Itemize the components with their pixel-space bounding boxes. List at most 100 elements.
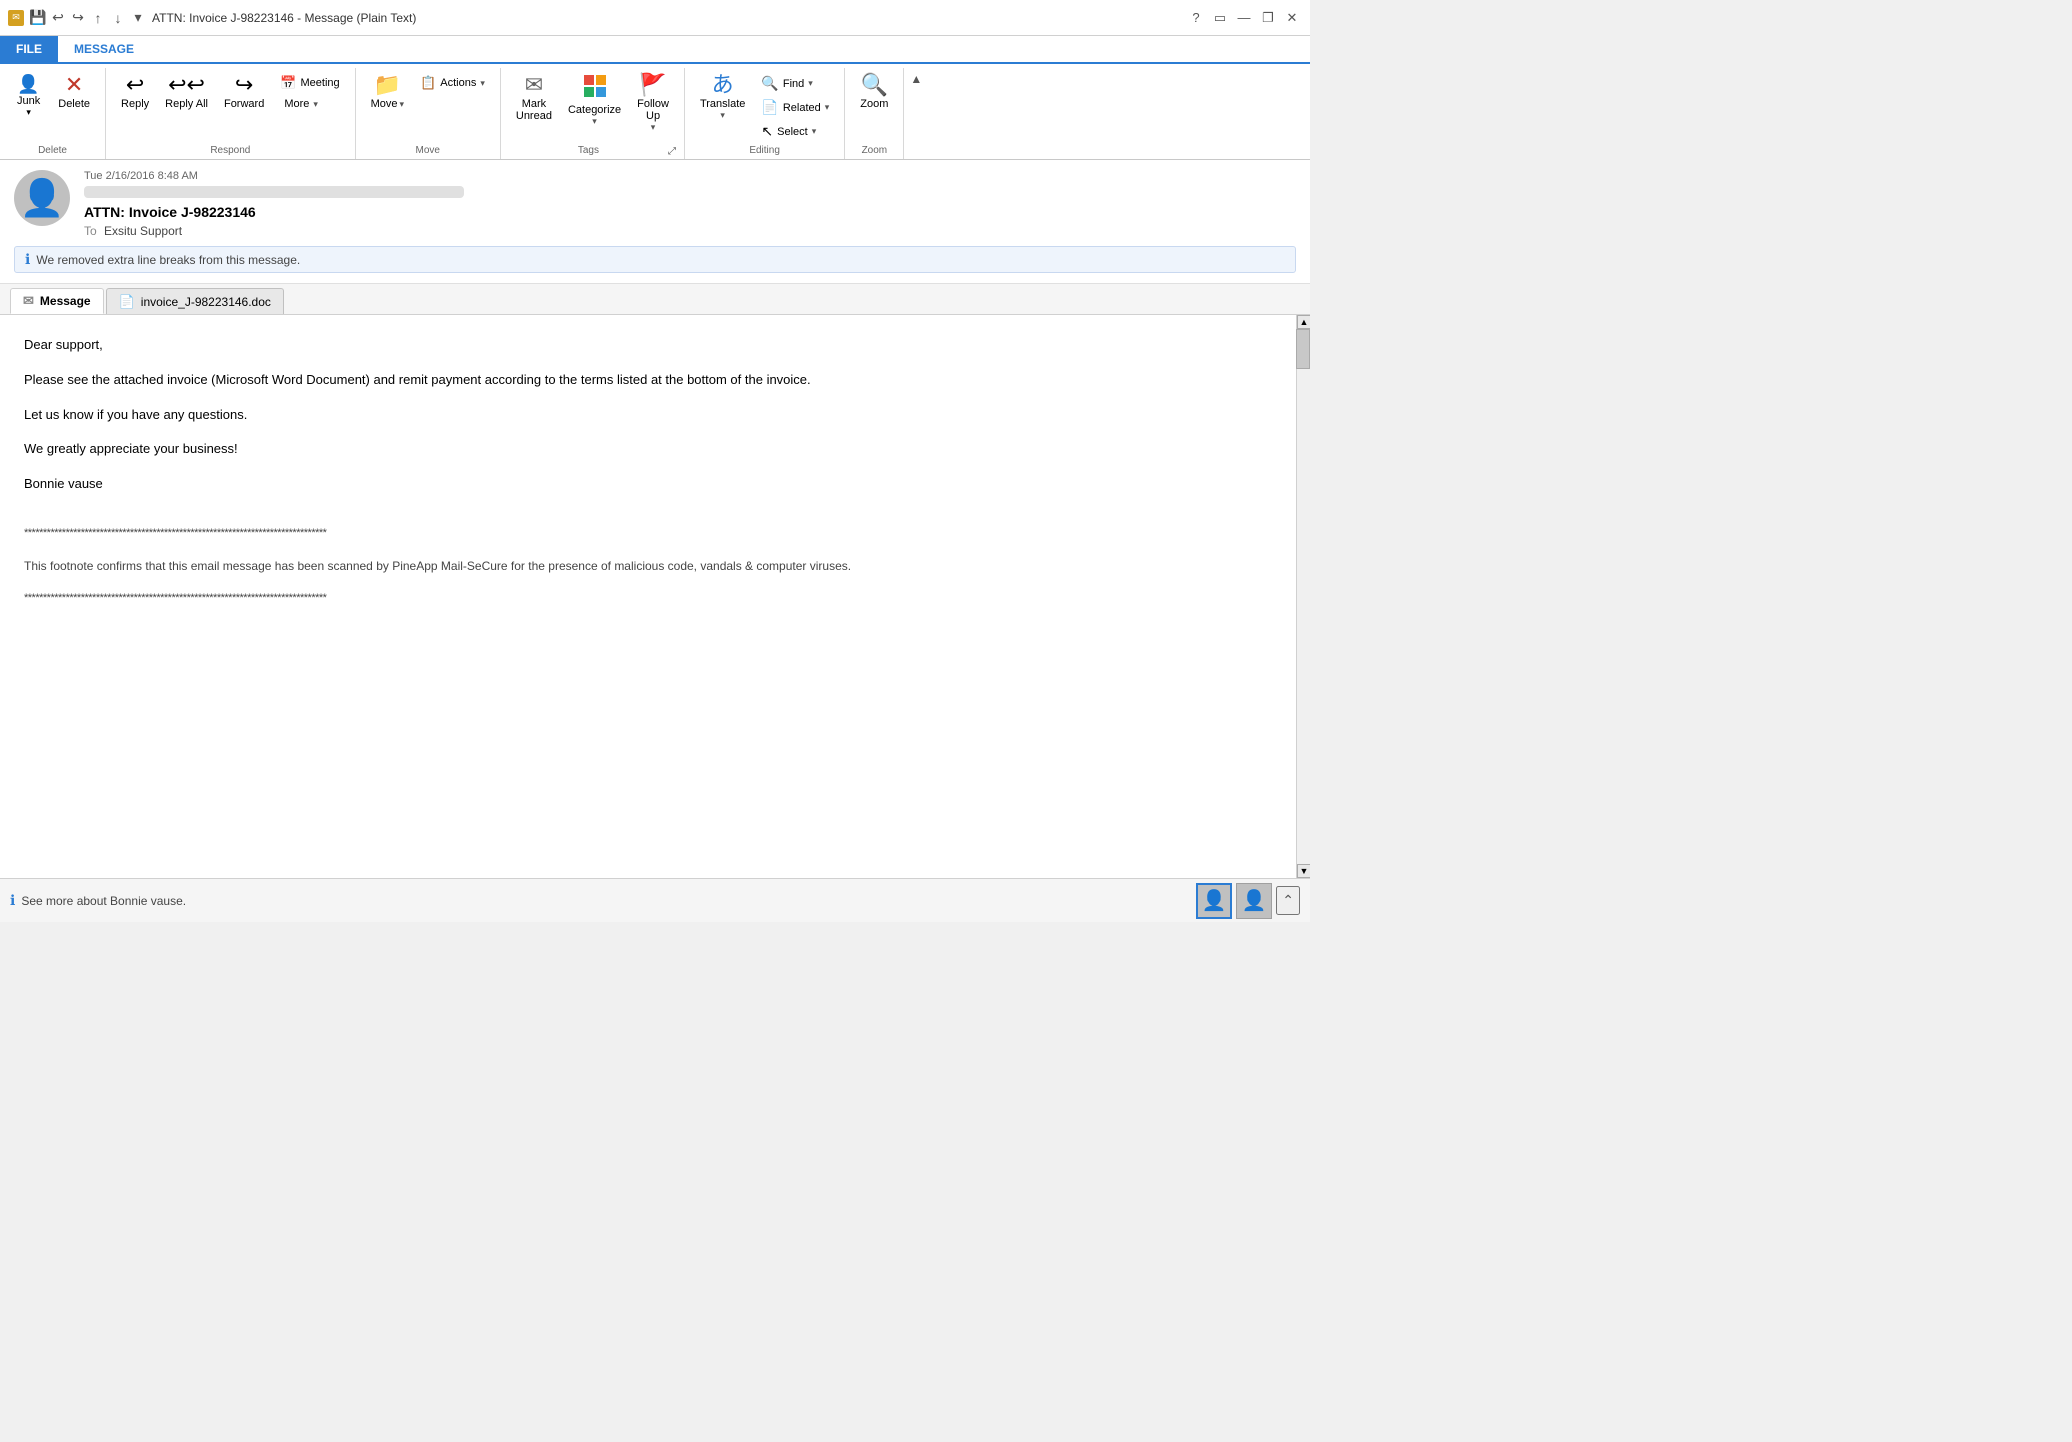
editing-small-buttons: 🔍 Find ▾ 📄 Related ▾ ↖ Select ▾ [754, 70, 836, 143]
bottom-info-icon: ℹ [10, 892, 15, 909]
person-icon-2: 👤 [1242, 888, 1267, 913]
close-button[interactable]: ✕ [1282, 9, 1302, 27]
actions-label: Actions [440, 77, 476, 89]
related-label: Related [783, 102, 821, 114]
delete-button[interactable]: ✕ Delete [51, 70, 97, 114]
find-button[interactable]: 🔍 Find ▾ [754, 72, 836, 95]
scrollbar-track[interactable] [1297, 329, 1310, 864]
info-bar: ℹ We removed extra line breaks from this… [14, 246, 1296, 273]
mark-unread-label: MarkUnread [516, 98, 552, 122]
mark-unread-icon: ✉ [525, 74, 543, 96]
avatar-person-icon: 👤 [20, 177, 65, 219]
reply-button[interactable]: ↩ Reply [114, 70, 156, 114]
followup-button[interactable]: 🚩 FollowUp ▾ [630, 70, 676, 137]
title-bar-left: ✉ 💾 ↩ ↪ ↑ ↓ ▾ ATTN: Invoice J-98223146 -… [8, 10, 416, 26]
customize-button[interactable]: ▾ [130, 10, 146, 26]
email-subject: ATTN: Invoice J-98223146 [84, 204, 1296, 220]
email-tabs: ✉ Message 📄 invoice_J-98223146.doc [0, 284, 1310, 315]
email-body: Dear support, Please see the attached in… [0, 315, 1296, 878]
doc-tab-icon: 📄 [119, 294, 135, 310]
down-button[interactable]: ↓ [110, 10, 126, 26]
email-to: Exsitu Support [104, 224, 182, 238]
message-tab-label: Message [40, 294, 91, 308]
meeting-label: Meeting [301, 77, 340, 89]
move-button[interactable]: 📁 Move ▾ [364, 70, 411, 114]
reply-icon: ↩ [126, 74, 144, 96]
select-icon: ↖ [761, 123, 773, 140]
ribbon-collapse-button[interactable]: ▲ [904, 68, 928, 90]
more-button[interactable]: More ▾ [273, 95, 346, 113]
actions-icon: 📋 [420, 75, 436, 91]
minimize-button[interactable]: — [1234, 9, 1254, 27]
select-dropdown-icon: ▾ [812, 126, 817, 137]
email-footnote: ****************************************… [24, 525, 1266, 607]
scrollbar-thumb[interactable] [1296, 329, 1310, 369]
email-header-info: Tue 2/16/2016 8:48 AM ATTN: Invoice J-98… [84, 170, 1296, 238]
junk-button[interactable]: 👤 Junk ▾ [8, 70, 49, 122]
forward-label: Forward [224, 98, 264, 110]
tags-launcher-button[interactable]: ⤢ [668, 146, 676, 157]
tab-file[interactable]: FILE [0, 36, 58, 62]
email-date: Tue 2/16/2016 8:48 AM [84, 170, 1296, 182]
junk-dropdown-icon: ▾ [26, 107, 31, 118]
email-from-blurred [84, 186, 464, 198]
redo-button[interactable]: ↪ [70, 10, 86, 26]
move-group-buttons: 📁 Move ▾ 📋 Actions ▾ [364, 70, 492, 143]
restore-button[interactable]: ❐ [1258, 9, 1278, 27]
tags-group-label: Tags [509, 145, 668, 159]
mark-unread-button[interactable]: ✉ MarkUnread [509, 70, 559, 126]
meeting-icon: 📅 [280, 75, 296, 91]
email-para3: We greatly appreciate your business! [24, 439, 1266, 460]
undo-button[interactable]: ↩ [50, 10, 66, 26]
translate-button[interactable]: あ Translate ▾ [693, 70, 752, 125]
move-icon: 📁 [374, 74, 401, 96]
up-button[interactable]: ↑ [90, 10, 106, 26]
ribbon-group-editing: あ Translate ▾ 🔍 Find ▾ 📄 Related ▾ [685, 68, 845, 159]
reply-all-button[interactable]: ↩↩ Reply All [158, 70, 215, 114]
zoom-group-buttons: 🔍 Zoom [853, 70, 895, 143]
email-to-row: To Exsitu Support [84, 224, 1296, 238]
ribbon-display-button[interactable]: ▭ [1210, 9, 1230, 27]
reply-all-icon: ↩↩ [168, 74, 205, 96]
actions-dropdown-icon: ▾ [480, 78, 485, 89]
people-button-active[interactable]: 👤 [1196, 883, 1232, 919]
editing-group-label: Editing [749, 145, 780, 159]
window-controls: ? ▭ — ❐ ✕ [1186, 9, 1302, 27]
zoom-icon: 🔍 [861, 74, 888, 96]
ribbon-group-delete: 👤 Junk ▾ ✕ Delete Delete [0, 68, 106, 159]
followup-dropdown-icon: ▾ [651, 122, 656, 133]
ribbon: 👤 Junk ▾ ✕ Delete Delete ↩ Reply ↩↩ [0, 64, 1310, 160]
save-button[interactable]: 💾 [30, 10, 46, 26]
scroll-down-arrow[interactable]: ▼ [1297, 864, 1310, 878]
followup-label: FollowUp [637, 98, 669, 122]
junk-icon: 👤 [17, 74, 39, 95]
tab-message[interactable]: MESSAGE [58, 36, 150, 64]
tab-attachment[interactable]: 📄 invoice_J-98223146.doc [106, 288, 284, 314]
select-label: Select [777, 126, 808, 138]
bottom-bar-right: 👤 👤 ⌃ [1196, 883, 1300, 919]
respond-group-label: Respond [210, 145, 250, 159]
reply-all-label: Reply All [165, 98, 208, 110]
actions-button[interactable]: 📋 Actions ▾ [413, 72, 492, 94]
to-label: To [84, 224, 97, 238]
ribbon-group-zoom: 🔍 Zoom Zoom [845, 68, 904, 159]
expand-button[interactable]: ⌃ [1276, 886, 1300, 915]
respond-small-buttons: 📅 Meeting More ▾ [273, 70, 346, 113]
categorize-button[interactable]: Categorize ▾ [561, 70, 628, 131]
people-button-inactive[interactable]: 👤 [1236, 883, 1272, 919]
scroll-up-arrow[interactable]: ▲ [1297, 315, 1310, 329]
forward-button[interactable]: ↪ Forward [217, 70, 271, 114]
help-button[interactable]: ? [1186, 9, 1206, 27]
email-header: 👤 Tue 2/16/2016 8:48 AM ATTN: Invoice J-… [0, 160, 1310, 284]
translate-label: Translate [700, 98, 745, 110]
scrollbar[interactable]: ▲ ▼ [1296, 315, 1310, 878]
zoom-button[interactable]: 🔍 Zoom [853, 70, 895, 114]
editing-group-buttons: あ Translate ▾ 🔍 Find ▾ 📄 Related ▾ [693, 70, 836, 143]
tab-message[interactable]: ✉ Message [10, 288, 104, 314]
reply-label: Reply [121, 98, 149, 110]
select-button[interactable]: ↖ Select ▾ [754, 120, 836, 143]
meeting-button[interactable]: 📅 Meeting [273, 72, 346, 94]
related-button[interactable]: 📄 Related ▾ [754, 96, 836, 119]
move-group-label: Move [416, 145, 440, 159]
bottom-bar-info: ℹ See more about Bonnie vause. [10, 892, 186, 909]
